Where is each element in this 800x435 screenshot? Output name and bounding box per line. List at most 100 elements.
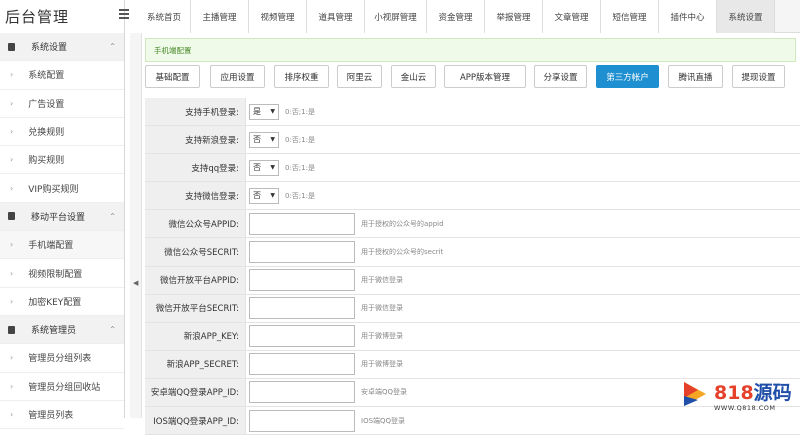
chevron-right-icon: › <box>10 127 14 137</box>
field-label: 微信开放平台SECRIT: <box>145 294 246 322</box>
watermark: 818源码 WWW.Q818.COM <box>680 378 798 416</box>
sidebar-collapse-handle[interactable]: ◀ <box>130 33 142 418</box>
form-row: 支持qq登录: 否 ▼ 0:否;1:是 <box>145 154 800 183</box>
watermark-number: 818 <box>714 382 754 404</box>
android-qq-appid-input[interactable] <box>249 381 355 404</box>
sidebar-item-label: 管理员分组回收站 <box>28 382 101 393</box>
field-hint: 用于微信登录 <box>361 276 403 285</box>
chevron-up-icon: ⌃ <box>109 211 116 221</box>
sina-login-select[interactable]: 否 ▼ <box>249 131 279 148</box>
phone-login-select[interactable]: 是 ▼ <box>249 103 279 120</box>
sidebar-item-system-config[interactable]: › 系统配置 <box>0 61 124 90</box>
document-icon <box>8 42 15 51</box>
select-value: 否 <box>253 163 261 173</box>
tab-plugins[interactable]: 插件中心 <box>659 0 717 33</box>
menu-toggle-icon[interactable] <box>119 9 129 19</box>
wechat-mp-secret-input[interactable] <box>249 241 355 264</box>
tab-articles[interactable]: 文章管理 <box>543 0 601 33</box>
tab-props[interactable]: 道具管理 <box>307 0 365 33</box>
tab-sms[interactable]: 短信管理 <box>601 0 659 33</box>
watermark-brand: 818源码 <box>714 378 792 405</box>
chevron-right-icon: › <box>10 268 14 278</box>
sidebar-item-ad-settings[interactable]: › 广告设置 <box>0 90 124 118</box>
play-logo-icon <box>684 382 706 406</box>
sidebar-group-label: 移动平台设置 <box>31 212 86 223</box>
chevron-up-icon: ⌃ <box>109 325 116 335</box>
chevron-right-icon: › <box>10 70 14 80</box>
app-version-button[interactable]: APP版本管理 <box>444 65 526 88</box>
tab-short-videos[interactable]: 小视屏管理 <box>365 0 427 33</box>
share-settings-button[interactable]: 分享设置 <box>534 65 587 88</box>
wechat-open-appid-input[interactable] <box>249 269 355 292</box>
sidebar-item-encrypt-key[interactable]: › 加密KEY配置 <box>0 288 124 316</box>
main-content: 手机端配置 基础配置 应用设置 排序权重 阿里云 金山云 APP版本管理 分享设… <box>145 33 800 435</box>
basic-config-button[interactable]: 基础配置 <box>145 65 200 88</box>
dropdown-caret-icon: ▼ <box>270 163 275 171</box>
field-hint: 用于授权的公众号的secrit <box>361 248 444 257</box>
sidebar-item-mobile-config[interactable]: › 手机端配置 <box>0 231 124 260</box>
tab-home[interactable]: 系统首页 <box>138 0 191 33</box>
tab-system-settings[interactable]: 系统设置 <box>717 0 775 33</box>
dropdown-caret-icon: ▼ <box>270 135 275 143</box>
withdraw-settings-button[interactable]: 提现设置 <box>732 65 785 88</box>
sidebar-item-label: 管理员列表 <box>28 411 74 421</box>
wechat-mp-appid-input[interactable] <box>249 212 355 235</box>
sidebar-item-label: 广告设置 <box>28 99 65 110</box>
ios-qq-appid-input[interactable] <box>249 409 355 432</box>
field-label: IOS端QQ登录APP_ID: <box>145 407 246 435</box>
sidebar: 后台管理 系统设置 ⌃ › 系统配置 › 广告设置 › 兑换规则 › 购买规则 … <box>0 0 125 430</box>
sidebar-item-video-limit[interactable]: › 视频限制配置 <box>0 259 124 288</box>
watermark-cn: 源码 <box>753 382 792 404</box>
sort-weight-button[interactable]: 排序权重 <box>274 65 329 88</box>
chevron-right-icon: › <box>10 240 14 250</box>
field-label: 支持新浪登录: <box>145 126 246 154</box>
field-hint: 用于微博登录 <box>361 360 403 369</box>
qq-login-select[interactable]: 否 ▼ <box>249 159 279 176</box>
sina-app-secret-input[interactable] <box>249 353 355 376</box>
tencent-live-button[interactable]: 腾讯直播 <box>668 65 723 88</box>
chevron-up-icon: ⌃ <box>109 42 116 52</box>
field-label: 新浪APP_SECRET: <box>145 350 246 378</box>
form-row: 微信开放平台APPID: 用于微信登录 <box>145 266 800 295</box>
tab-reports[interactable]: 举报管理 <box>485 0 543 33</box>
sidebar-item-label: 购买规则 <box>28 156 65 167</box>
field-label: 支持手机登录: <box>145 98 246 126</box>
sidebar-item-admin-list[interactable]: › 管理员列表 <box>0 401 124 430</box>
sidebar-item-admin-groups[interactable]: › 管理员分组列表 <box>0 344 124 373</box>
wechat-login-select[interactable]: 否 ▼ <box>249 187 279 204</box>
sina-app-key-input[interactable] <box>249 325 355 348</box>
sidebar-group-label: 系统设置 <box>31 43 68 54</box>
collapse-arrow-icon: ◀ <box>133 279 139 287</box>
form-row: 支持新浪登录: 否 ▼ 0:否;1:是 <box>145 126 800 155</box>
sidebar-item-purchase-rules[interactable]: › 购买规则 <box>0 146 124 175</box>
brand-header: 后台管理 <box>0 0 124 33</box>
form-row: 微信公众号APPID: 用于授权的公众号的appid <box>145 210 800 239</box>
field-hint: 用于授权的公众号的appid <box>361 219 444 228</box>
wechat-open-secret-input[interactable] <box>249 297 355 320</box>
aliyun-button[interactable]: 阿里云 <box>337 65 382 88</box>
sidebar-group-admins[interactable]: 系统管理员 ⌃ <box>0 315 124 345</box>
sidebar-group-system-settings[interactable]: 系统设置 ⌃ <box>0 33 124 62</box>
field-hint: 用于微信登录 <box>361 304 403 313</box>
sidebar-group-mobile-settings[interactable]: 移动平台设置 ⌃ <box>0 202 124 232</box>
sidebar-item-admin-group-recycle[interactable]: › 管理员分组回收站 <box>0 373 124 401</box>
sidebar-item-label: 兑换规则 <box>28 128 65 139</box>
app-settings-button[interactable]: 应用设置 <box>210 65 265 88</box>
kingsoft-cloud-button[interactable]: 金山云 <box>391 65 436 88</box>
sidebar-item-vip-rules[interactable]: › VIP购买规则 <box>0 174 124 203</box>
field-label: 安卓端QQ登录APP_ID: <box>145 378 246 407</box>
sidebar-item-exchange-rules[interactable]: › 兑换规则 <box>0 118 124 147</box>
tab-funds[interactable]: 资金管理 <box>427 0 485 33</box>
field-hint: 0:否;1:是 <box>285 107 315 116</box>
tab-videos[interactable]: 视频管理 <box>249 0 307 33</box>
sidebar-item-label: 手机端配置 <box>28 241 74 252</box>
tab-anchors[interactable]: 主播管理 <box>191 0 249 33</box>
field-hint: 0:否;1:是 <box>285 135 315 144</box>
field-hint: 0:否;1:是 <box>285 191 315 200</box>
chevron-right-icon: › <box>10 381 14 391</box>
field-hint: 安卓端QQ登录 <box>361 388 408 397</box>
chevron-right-icon: › <box>10 155 14 165</box>
sidebar-menu: 系统设置 ⌃ › 系统配置 › 广告设置 › 兑换规则 › 购买规则 › VIP… <box>0 33 124 430</box>
third-party-accounts-button[interactable]: 第三方帐户 <box>596 65 659 88</box>
form-row: 新浪APP_SECRET: 用于微博登录 <box>145 350 800 379</box>
